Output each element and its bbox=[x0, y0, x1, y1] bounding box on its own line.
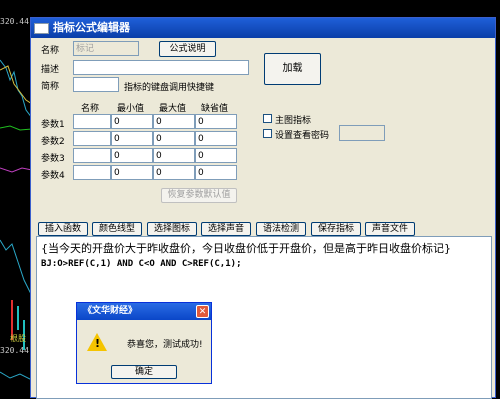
price-top: 320.44 bbox=[0, 17, 29, 26]
message-dialog: 《文华财经》 ✕ ! 恭喜您，测试成功! 确定 bbox=[76, 302, 212, 384]
restore-defaults-button[interactable]: 恢复参数默认值 bbox=[161, 188, 237, 203]
param-min-4[interactable]: 0 bbox=[111, 165, 153, 180]
param-default-2[interactable]: 0 bbox=[195, 131, 237, 146]
window-icon bbox=[34, 23, 49, 34]
dialog-title: 《文华财经》 bbox=[83, 306, 138, 316]
close-icon[interactable]: ✕ bbox=[196, 305, 209, 318]
param-header-default: 缺省值 bbox=[201, 104, 229, 114]
select-sound-button[interactable]: 选择声音 bbox=[201, 222, 251, 236]
param-min-2[interactable]: 0 bbox=[111, 131, 153, 146]
param-default-1[interactable]: 0 bbox=[195, 114, 237, 129]
param-name-2[interactable] bbox=[73, 131, 111, 146]
param-name-3[interactable] bbox=[73, 148, 111, 163]
param-label-1: 参数1 bbox=[41, 120, 65, 130]
background-chart: 320.44 320.44 根股 bbox=[0, 0, 32, 398]
param-default-4[interactable]: 0 bbox=[195, 165, 237, 180]
dialog-message: 恭喜您，测试成功! bbox=[127, 340, 203, 350]
param-name-4[interactable] bbox=[73, 165, 111, 180]
load-button[interactable]: 加载 bbox=[264, 53, 321, 85]
name-field[interactable]: 标记 bbox=[73, 41, 139, 56]
param-header-max: 最大值 bbox=[159, 104, 187, 114]
warning-exclamation: ! bbox=[95, 337, 101, 350]
param-max-3[interactable]: 0 bbox=[153, 148, 195, 163]
param-name-1[interactable] bbox=[73, 114, 111, 129]
desc-field[interactable] bbox=[73, 60, 249, 75]
param-header-name: 名称 bbox=[81, 104, 100, 114]
save-indicator-button[interactable]: 保存指标 bbox=[311, 222, 361, 236]
insert-function-button[interactable]: 插入函数 bbox=[38, 222, 88, 236]
param-header-min: 最小值 bbox=[117, 104, 145, 114]
window-titlebar[interactable]: 指标公式编辑器 bbox=[31, 18, 495, 38]
abbr-label: 简称 bbox=[41, 82, 60, 92]
password-field[interactable] bbox=[339, 125, 385, 141]
main-chart-indicator-checkbox[interactable] bbox=[263, 114, 272, 123]
chart-label: 根股 bbox=[10, 334, 26, 343]
param-min-3[interactable]: 0 bbox=[111, 148, 153, 163]
hotkey-hint: 指标的键盘调用快捷键 bbox=[124, 83, 215, 93]
main-chart-indicator-label: 主图指标 bbox=[275, 116, 312, 126]
window-title: 指标公式编辑器 bbox=[53, 21, 130, 34]
param-default-3[interactable]: 0 bbox=[195, 148, 237, 163]
param-min-1[interactable]: 0 bbox=[111, 114, 153, 129]
param-label-4: 参数4 bbox=[41, 171, 65, 181]
ok-button[interactable]: 确定 bbox=[111, 365, 177, 379]
name-label: 名称 bbox=[41, 46, 60, 56]
dialog-titlebar[interactable]: 《文华财经》 ✕ bbox=[77, 303, 211, 320]
color-line-button[interactable]: 颜色线型 bbox=[92, 222, 142, 236]
desc-label: 描述 bbox=[41, 65, 60, 75]
param-max-2[interactable]: 0 bbox=[153, 131, 195, 146]
param-max-4[interactable]: 0 bbox=[153, 165, 195, 180]
param-label-2: 参数2 bbox=[41, 137, 65, 147]
formula-help-button[interactable]: 公式说明 bbox=[159, 41, 216, 57]
formula-code-line: BJ:O>REF(C,1) AND C<O AND C>REF(C,1); bbox=[41, 259, 242, 269]
price-bottom: 320.44 bbox=[0, 346, 29, 355]
formula-comment-line: {当今天的开盘价大于昨收盘价，今日收盘价低于开盘价，但是高于昨日收盘价标记} bbox=[41, 242, 451, 255]
abbr-field[interactable] bbox=[73, 77, 119, 92]
param-label-3: 参数3 bbox=[41, 154, 65, 164]
select-icon-button[interactable]: 选择图标 bbox=[147, 222, 197, 236]
param-max-1[interactable]: 0 bbox=[153, 114, 195, 129]
set-password-checkbox[interactable] bbox=[263, 129, 272, 138]
sound-file-button[interactable]: 声音文件 bbox=[365, 222, 415, 236]
syntax-check-button[interactable]: 语法检测 bbox=[256, 222, 306, 236]
set-password-label: 设置查看密码 bbox=[275, 131, 330, 141]
